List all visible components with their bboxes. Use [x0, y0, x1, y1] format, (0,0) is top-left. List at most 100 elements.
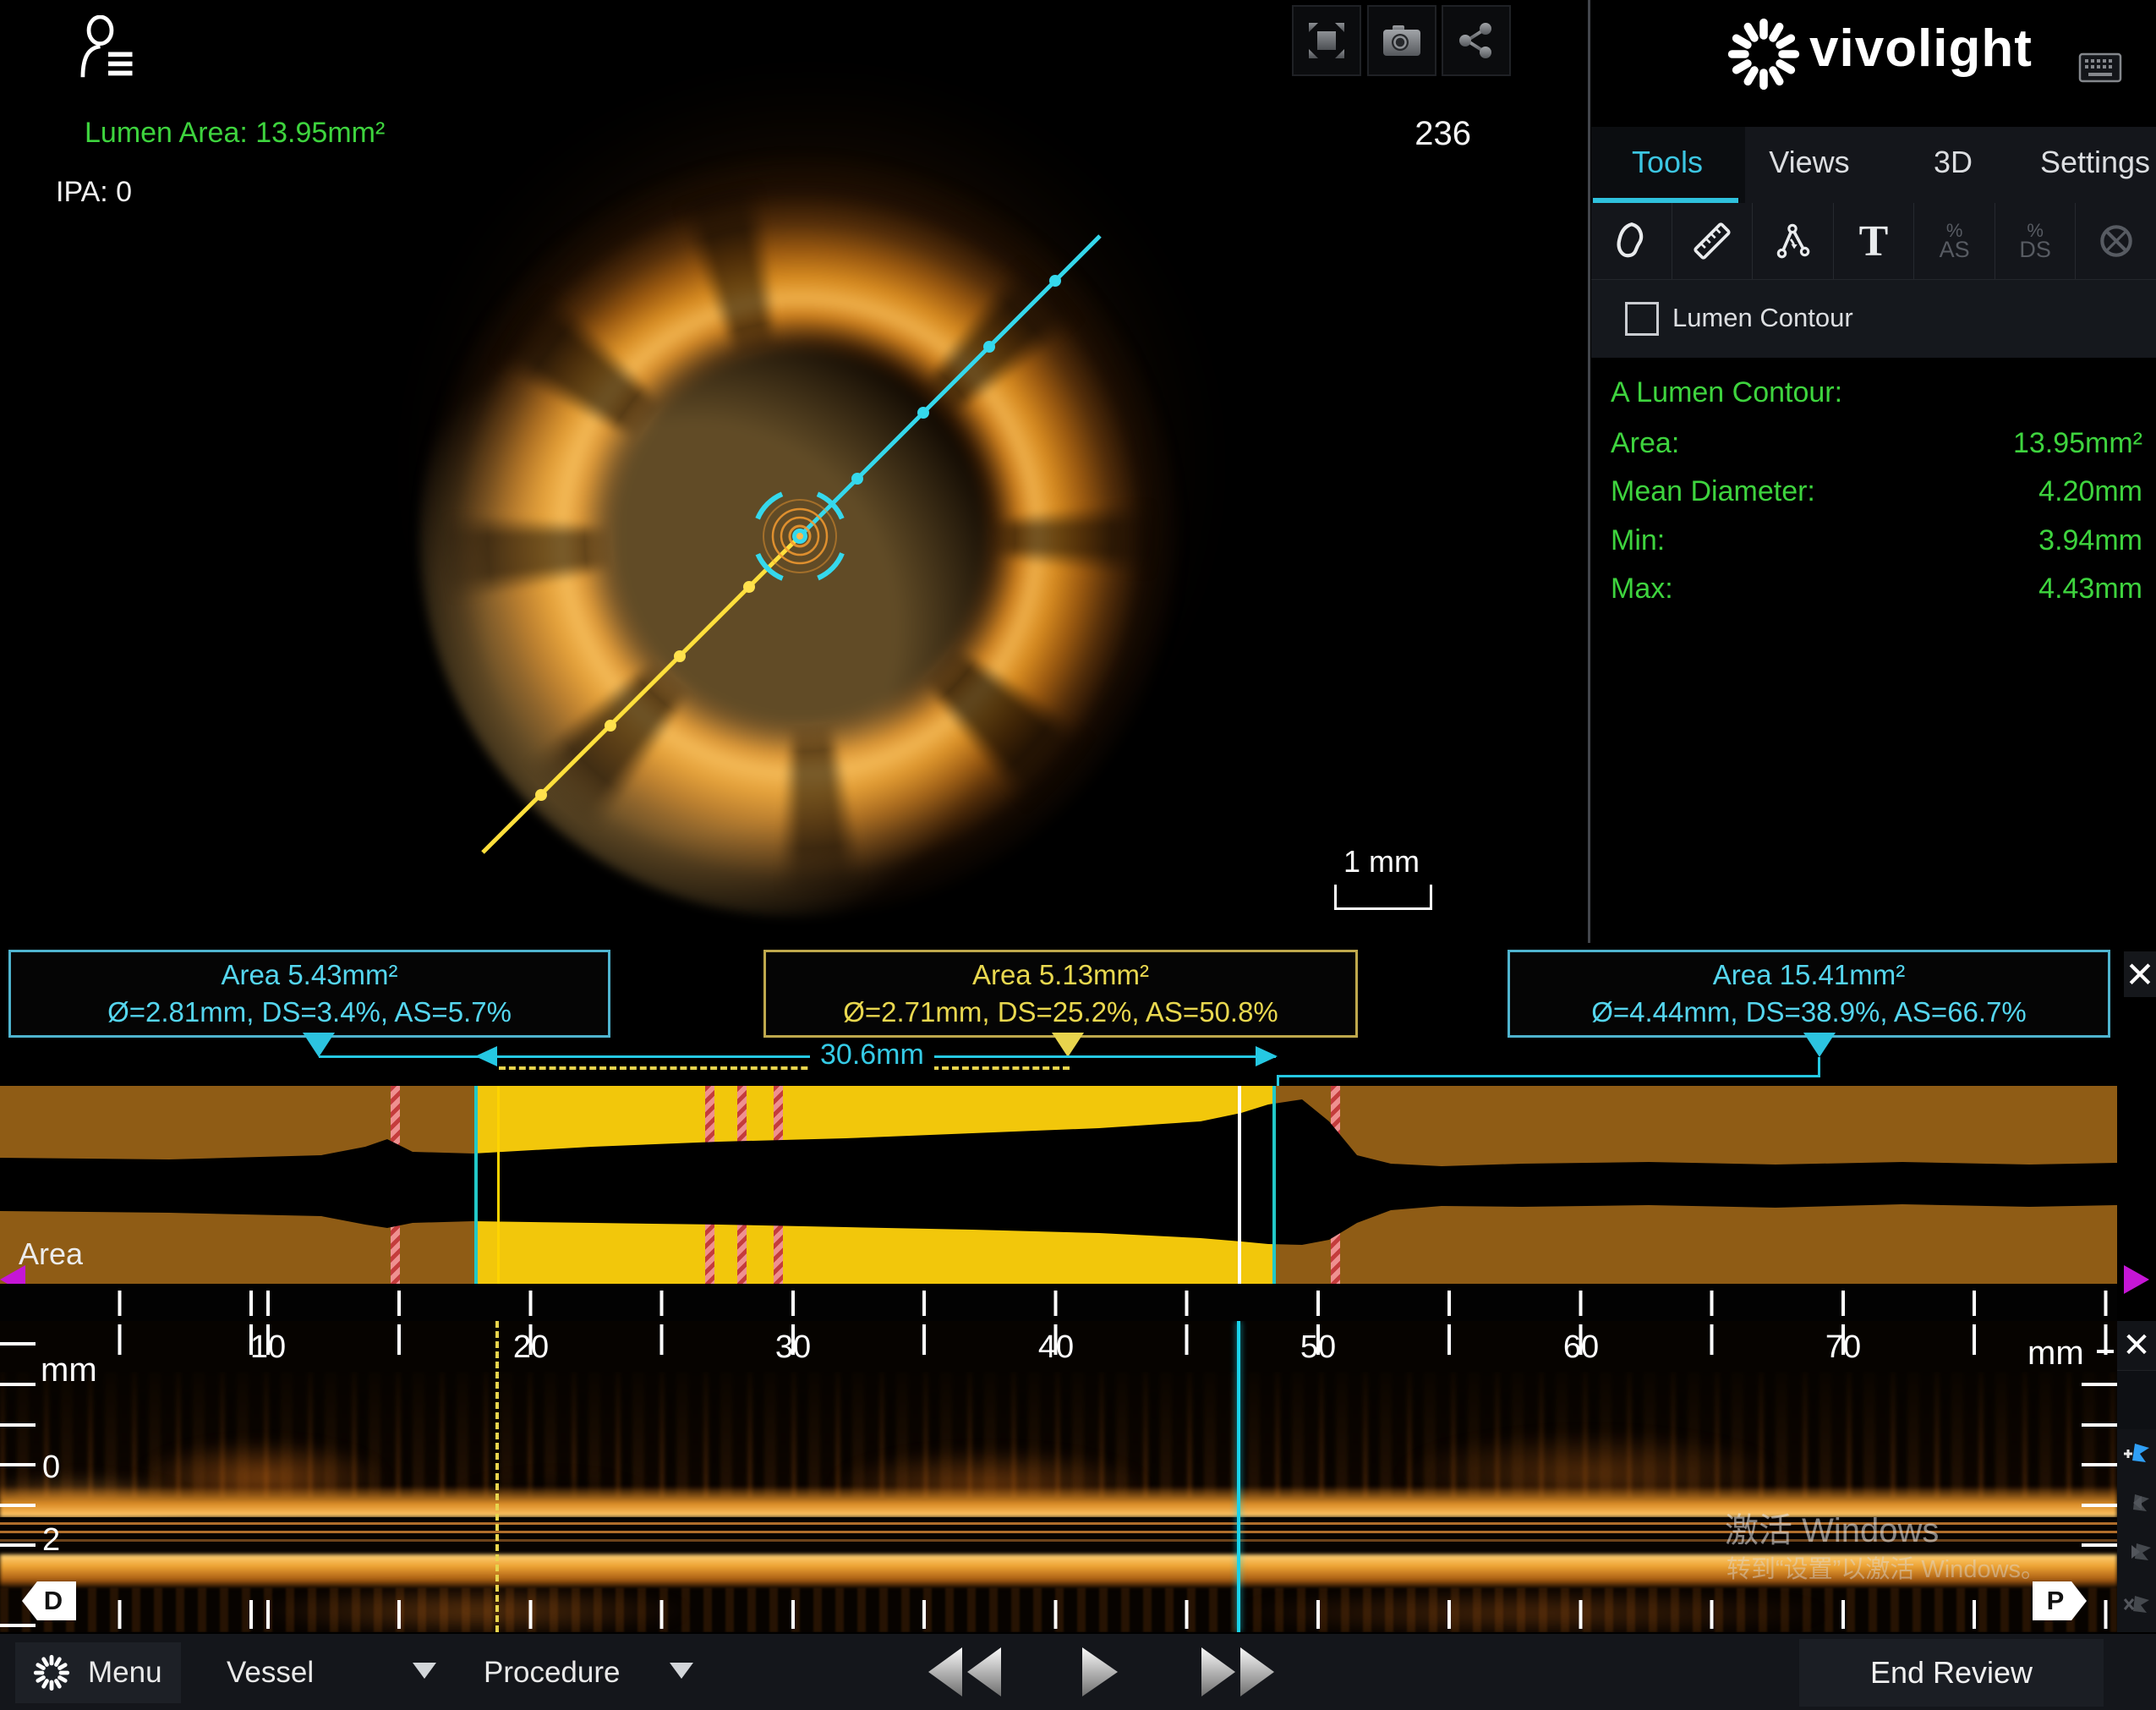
annotation-detail: Ø=2.71mm, DS=25.2%, AS=50.8% [843, 996, 1278, 1028]
brand-header: vivolight [1591, 0, 2156, 127]
longitudinal-bottom-ticks [0, 1600, 2117, 1629]
contour-tool-icon [1610, 220, 1652, 262]
fullscreen-button[interactable] [1292, 5, 1361, 76]
keyboard-icon[interactable] [2078, 51, 2122, 86]
bookmark-column: ✕ [2117, 1321, 2156, 1632]
selection-start-line[interactable] [474, 1086, 478, 1284]
measurement-row-area: Area: 13.95mm² [1591, 427, 2156, 461]
distance-label: 30.6mm [810, 1039, 934, 1071]
depth-tick-right [2082, 1383, 2117, 1386]
fullscreen-icon [1306, 20, 1347, 61]
depth-tick [0, 1624, 36, 1627]
oct-cross-section-view[interactable]: Lumen Area: 13.95mm² IPA: 0 236 [0, 0, 1590, 943]
contour-tool-button[interactable] [1591, 203, 1672, 279]
ruler-label-60: 60 [1543, 1329, 1619, 1366]
scale-bar [1334, 885, 1432, 910]
procedure-caret-icon[interactable] [670, 1663, 693, 1679]
connector-line [1818, 1057, 1820, 1077]
fast-forward-button[interactable] [1198, 1644, 1278, 1704]
annotation-box-2[interactable]: Area 5.13mm² Ø=2.71mm, DS=25.2%, AS=50.8… [763, 950, 1358, 1038]
panel-divider [1588, 0, 1590, 943]
unit-tick [2097, 1350, 2114, 1353]
current-frame-line[interactable] [1238, 1086, 1241, 1284]
measurement-value: 4.43mm [2038, 573, 2142, 606]
measurements-title: A Lumen Contour: [1611, 376, 1842, 409]
ruler-label-70: 70 [1805, 1329, 1881, 1366]
depth-label-0: 0 [42, 1450, 60, 1486]
depth-tick-right [2082, 1463, 2117, 1466]
bottom-toolbar: Menu Vessel Procedure [0, 1632, 2156, 1710]
measurement-label: Max: [1611, 573, 1673, 606]
snapshot-button[interactable] [1367, 5, 1436, 76]
text-tool-button[interactable]: T [1834, 203, 1915, 279]
depth-tick [0, 1504, 36, 1507]
brand-name: vivolight [1809, 19, 2033, 79]
vessel-caret-icon[interactable] [413, 1663, 436, 1679]
camera-icon [1381, 20, 1423, 61]
reference-frame-line[interactable] [497, 1086, 500, 1284]
tab-settings[interactable]: Settings [2040, 145, 2150, 180]
play-button[interactable] [1079, 1644, 1121, 1704]
tools-icon-bar: T % AS % DS [1591, 203, 2156, 279]
measurement-label: Area: [1611, 427, 1679, 461]
area-strip-label: Area [19, 1236, 83, 1272]
percent-ds-tool-button[interactable]: % DS [1995, 203, 2077, 279]
vessel-dropdown[interactable]: Vessel [227, 1656, 314, 1690]
annotation-detail: Ø=2.81mm, DS=3.4%, AS=5.7% [107, 996, 512, 1028]
measurement-row-mean-diameter: Mean Diameter: 4.20mm [1591, 475, 2156, 509]
connector-line [1277, 1075, 1820, 1077]
previous-bookmark-button[interactable] [2117, 1478, 2156, 1528]
tab-tools[interactable]: Tools [1632, 145, 1703, 180]
tab-views[interactable]: Views [1769, 145, 1849, 180]
tab-3d[interactable]: 3D [1934, 145, 1973, 180]
longitudinal-view[interactable]: 10 20 30 40 50 60 70 mm mm 0 2 激活 Window… [0, 1321, 2117, 1632]
current-frame-line-longitudinal[interactable] [1237, 1321, 1240, 1632]
close-annotations-button[interactable]: ✕ [2124, 951, 2156, 997]
menu-button[interactable]: Menu [15, 1642, 181, 1703]
measurement-row-max: Max: 4.43mm [1591, 573, 2156, 606]
depth-tick-right [2082, 1504, 2117, 1507]
end-review-button[interactable]: End Review [1799, 1639, 2104, 1707]
text-tool-icon: T [1859, 216, 1889, 266]
selection-end-line[interactable] [1272, 1086, 1276, 1284]
ruler-ticks [0, 1291, 2117, 1316]
depth-tick [0, 1383, 36, 1386]
distance-measure-line [319, 1055, 1276, 1058]
rewind-button[interactable] [925, 1644, 1004, 1704]
area-strip[interactable]: Area [0, 1086, 2156, 1284]
reference-frame-line-longitudinal[interactable] [495, 1321, 499, 1632]
depth-tick [0, 1463, 36, 1466]
annotation-box-3[interactable]: Area 15.41mm² Ø=4.44mm, DS=38.9%, AS=66.… [1508, 950, 2110, 1038]
tab-bar: Tools Views 3D Settings [1591, 127, 2156, 203]
annotation-row: Area 5.43mm² Ø=2.81mm, DS=3.4%, AS=5.7% … [0, 943, 2156, 1086]
add-bookmark-icon [2121, 1439, 2152, 1469]
ruler-tool-button[interactable] [1672, 203, 1754, 279]
close-longitudinal-button[interactable]: ✕ [2117, 1321, 2156, 1371]
unit-label-right: mm [2027, 1335, 2084, 1373]
ruler-label-40: 40 [1018, 1329, 1094, 1366]
scale-bar-label: 1 mm [1332, 844, 1431, 880]
clear-measurements-button[interactable] [2076, 203, 2156, 279]
angle-tool-button[interactable] [1753, 203, 1834, 279]
measurement-value: 3.94mm [2038, 524, 2142, 558]
add-bookmark-button[interactable] [2117, 1429, 2156, 1479]
percent-ds-icon: % DS [2019, 222, 2051, 260]
ruler-label-20: 20 [493, 1329, 569, 1366]
percent-as-tool-button[interactable]: % AS [1914, 203, 1995, 279]
lumen-area-label: Lumen Area: 13.95mm² [85, 117, 385, 150]
position-marker-right[interactable] [2124, 1265, 2149, 1294]
ipa-label: IPA: 0 [56, 176, 132, 209]
lumen-contour-checkbox[interactable] [1625, 302, 1659, 336]
clear-measurements-icon [2095, 220, 2137, 262]
delete-bookmark-button[interactable] [2117, 1576, 2156, 1633]
area-waveform [0, 1086, 2117, 1284]
next-bookmark-button[interactable] [2117, 1527, 2156, 1577]
measurement-label: Min: [1611, 524, 1665, 558]
annotation-box-1[interactable]: Area 5.43mm² Ø=2.81mm, DS=3.4%, AS=5.7% [8, 950, 610, 1038]
share-button[interactable] [1442, 5, 1511, 76]
share-icon [1456, 20, 1497, 61]
depth-tick [0, 1423, 36, 1427]
procedure-dropdown[interactable]: Procedure [484, 1656, 620, 1690]
lumen-contour-label: Lumen Contour [1672, 303, 1853, 333]
patient-icon[interactable] [76, 15, 140, 83]
